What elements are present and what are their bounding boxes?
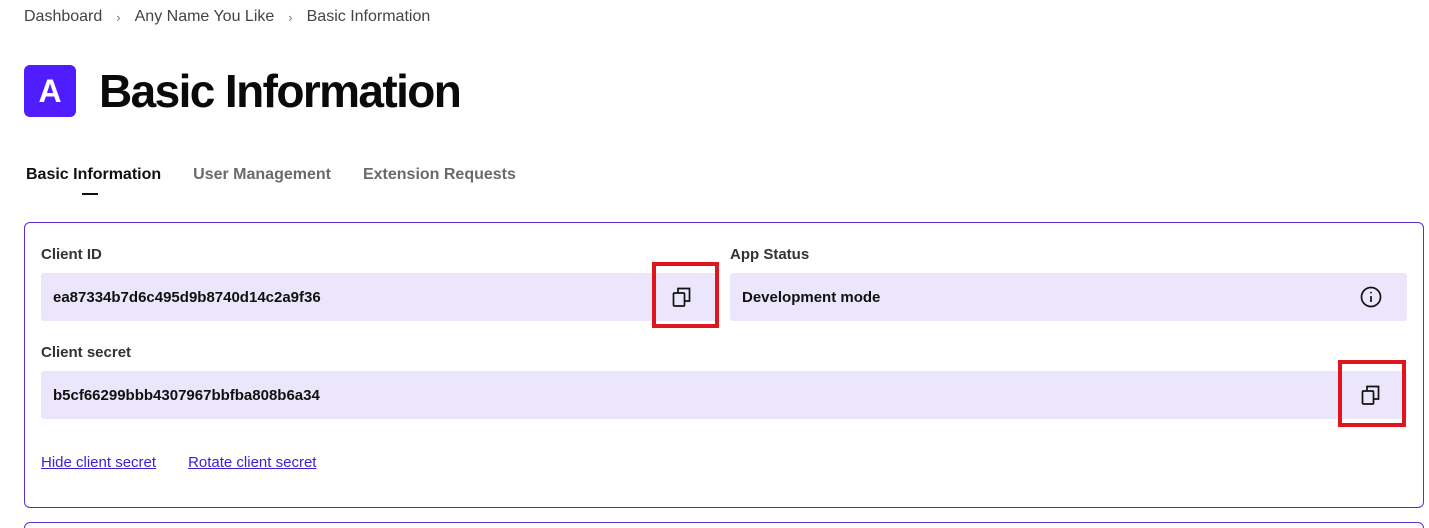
app-status-value: Development mode <box>742 288 881 306</box>
secret-actions: Hide client secret Rotate client secret <box>41 454 348 471</box>
tab-bar: Basic Information User Management Extens… <box>26 166 548 195</box>
app-status-field: Development mode <box>730 273 1407 321</box>
highlight-box <box>652 262 719 328</box>
client-secret-field: b5cf66299bbb4307967bbfba808b6a34 <box>41 371 1407 419</box>
chevron-right-icon: › <box>288 9 293 25</box>
client-secret-value: b5cf66299bbb4307967bbfba808b6a34 <box>53 386 320 404</box>
tab-extension-requests[interactable]: Extension Requests <box>363 166 516 184</box>
tab-user-management[interactable]: User Management <box>193 166 331 184</box>
chevron-right-icon: › <box>116 9 121 25</box>
highlight-box <box>1338 360 1406 427</box>
breadcrumb: Dashboard › Any Name You Like › Basic In… <box>24 8 430 26</box>
client-id-value: ea87334b7d6c495d9b8740d14c2a9f36 <box>53 288 321 306</box>
client-id-field: ea87334b7d6c495d9b8740d14c2a9f36 <box>41 273 717 321</box>
client-secret-label: Client secret <box>41 344 132 361</box>
hide-client-secret-link[interactable]: Hide client secret <box>41 454 156 471</box>
credentials-card: Client ID ea87334b7d6c495d9b8740d14c2a9f… <box>24 222 1424 508</box>
rotate-client-secret-link[interactable]: Rotate client secret <box>188 454 316 471</box>
app-avatar: A <box>24 65 76 117</box>
breadcrumb-app[interactable]: Any Name You Like <box>135 8 275 26</box>
info-icon[interactable] <box>1360 286 1382 308</box>
next-card <box>24 522 1424 528</box>
breadcrumb-dashboard[interactable]: Dashboard <box>24 8 102 26</box>
tab-basic-information[interactable]: Basic Information <box>26 166 161 195</box>
page-header: A Basic Information <box>24 64 462 118</box>
breadcrumb-current: Basic Information <box>306 8 431 25</box>
page-title: Basic Information <box>99 65 462 117</box>
client-id-label: Client ID <box>41 246 102 263</box>
app-status-label: App Status <box>730 246 810 263</box>
